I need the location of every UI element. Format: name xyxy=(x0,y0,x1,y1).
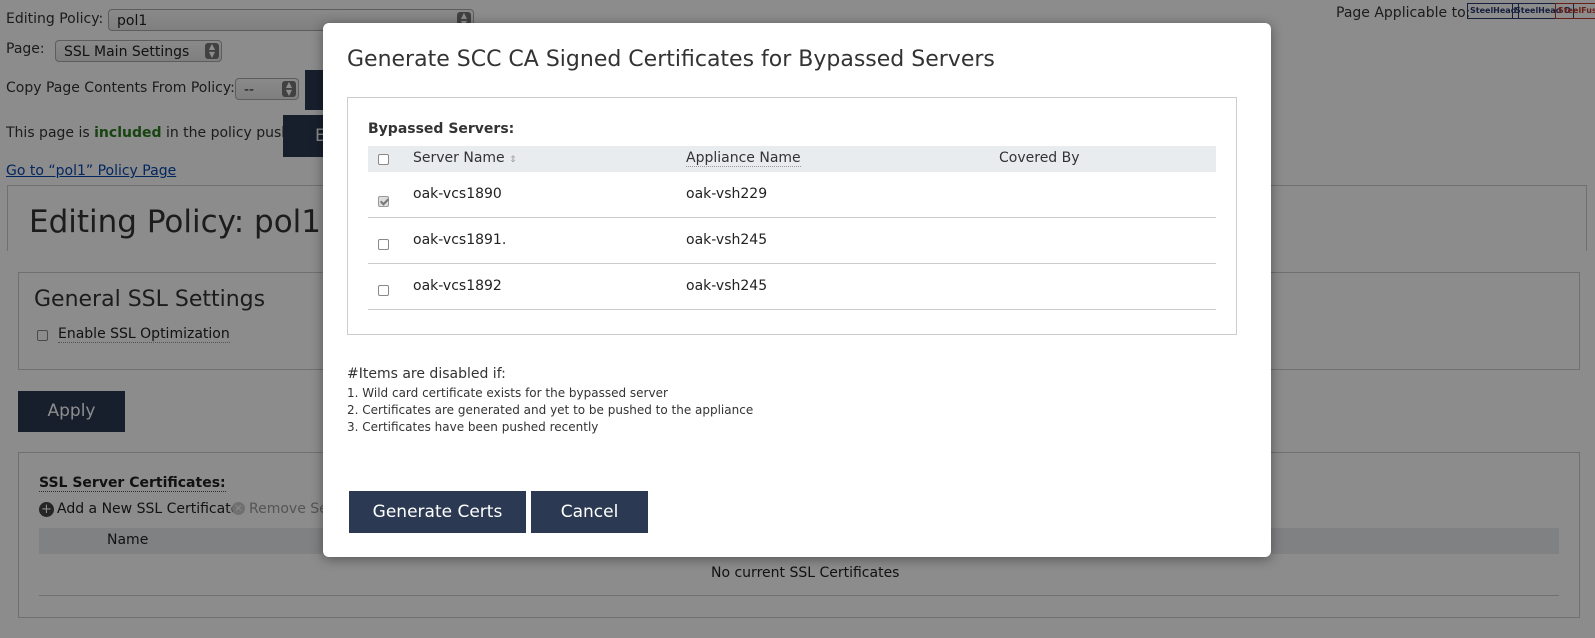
cancel-button[interactable]: Cancel xyxy=(531,491,648,533)
appliance-name-cell: oak-vsh229 xyxy=(686,186,768,202)
table-row: oak-vcs1892 oak-vsh245 xyxy=(368,264,1216,310)
bypassed-servers-label: Bypassed Servers: xyxy=(368,121,515,137)
sort-icon: ⇕ xyxy=(509,155,517,165)
dialog-title: Generate SCC CA Signed Certificates for … xyxy=(347,47,995,72)
server-name-cell: oak-vcs1891. xyxy=(413,232,507,248)
select-all-checkbox[interactable] xyxy=(378,154,389,165)
servers-table-header: Server Name ⇕ Appliance Name Covered By xyxy=(368,146,1216,172)
generate-certs-button[interactable]: Generate Certs xyxy=(349,491,526,533)
appliance-name-cell: oak-vsh245 xyxy=(686,278,768,294)
notes-title: #Items are disabled if: xyxy=(347,366,506,382)
generate-certs-dialog: Generate SCC CA Signed Certificates for … xyxy=(323,23,1271,557)
note-item: 1. Wild card certificate exists for the … xyxy=(347,386,668,400)
row-checkbox[interactable] xyxy=(378,195,389,207)
appliance-name-header: Appliance Name xyxy=(686,150,801,167)
appliance-name-cell: oak-vsh245 xyxy=(686,232,768,248)
covered-by-header: Covered By xyxy=(999,150,1080,166)
table-row: oak-vcs1890 oak-vsh229 xyxy=(368,172,1216,218)
server-name-cell: oak-vcs1892 xyxy=(413,278,502,294)
table-row: oak-vcs1891. oak-vsh245 xyxy=(368,218,1216,264)
row-checkbox[interactable] xyxy=(378,285,389,296)
note-item: 2. Certificates are generated and yet to… xyxy=(347,403,754,417)
server-name-header[interactable]: Server Name ⇕ xyxy=(413,150,517,166)
note-item: 3. Certificates have been pushed recentl… xyxy=(347,420,599,434)
server-name-header-label: Server Name xyxy=(413,150,505,166)
row-checkbox[interactable] xyxy=(378,239,389,250)
server-name-cell: oak-vcs1890 xyxy=(413,186,502,202)
bypassed-servers-box: Bypassed Servers: Server Name ⇕ Applianc… xyxy=(347,97,1237,335)
